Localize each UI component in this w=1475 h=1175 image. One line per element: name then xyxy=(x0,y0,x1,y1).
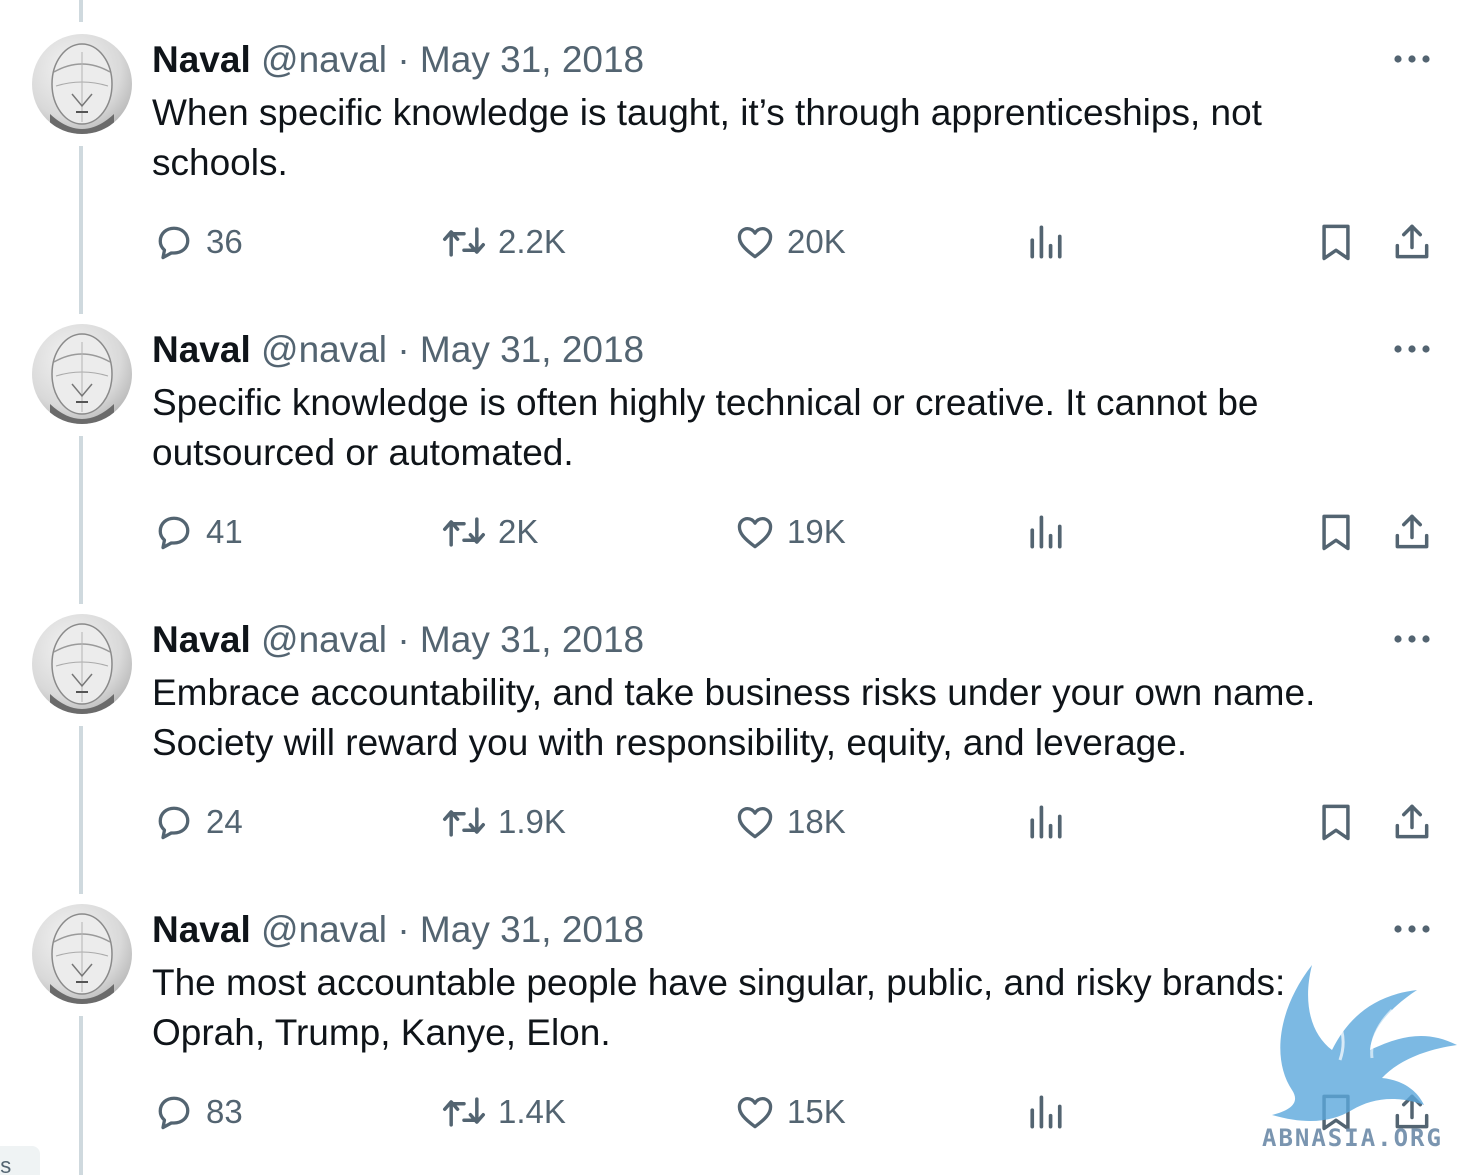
author-name[interactable]: Naval xyxy=(152,39,251,80)
bookmark-icon xyxy=(1314,220,1358,264)
more-dots-icon xyxy=(1393,634,1431,644)
bookmark-button[interactable] xyxy=(1314,220,1358,264)
reply-count: 83 xyxy=(206,1093,243,1130)
views-button[interactable] xyxy=(1024,220,1068,264)
author-handle[interactable]: @naval xyxy=(261,39,387,80)
avatar[interactable] xyxy=(32,34,132,134)
views-button[interactable] xyxy=(1024,800,1068,844)
tweet-header: Naval @naval · May 31, 2018 xyxy=(152,618,644,662)
tweet-text: The most accountable people have singula… xyxy=(152,962,1286,1053)
like-button[interactable]: 15K xyxy=(733,1090,846,1134)
more-button[interactable] xyxy=(1390,334,1434,364)
bookmark-icon xyxy=(1314,510,1358,554)
reply-bubble-icon xyxy=(152,510,196,554)
tweet-text: Embrace accountability, and take busines… xyxy=(152,672,1316,763)
heart-icon xyxy=(733,510,777,554)
bar-chart-icon xyxy=(1024,220,1068,264)
timestamp[interactable]: May 31, 2018 xyxy=(420,909,644,950)
more-dots-icon xyxy=(1393,344,1431,354)
repost-count: 2K xyxy=(498,513,539,550)
share-upload-icon xyxy=(1390,510,1434,554)
views-button[interactable] xyxy=(1024,1090,1068,1134)
bar-chart-icon xyxy=(1024,510,1068,554)
repost-count: 1.9K xyxy=(498,803,566,840)
repost-arrows-icon xyxy=(440,220,488,264)
author-name[interactable]: Naval xyxy=(152,909,251,950)
timestamp[interactable]: May 31, 2018 xyxy=(420,39,644,80)
like-button[interactable]: 20K xyxy=(733,220,846,264)
bookmark-icon xyxy=(1314,800,1358,844)
author-name[interactable]: Naval xyxy=(152,619,251,660)
separator-dot: · xyxy=(397,329,410,370)
more-button[interactable] xyxy=(1390,914,1434,944)
like-count: 15K xyxy=(787,1093,846,1130)
author-name[interactable]: Naval xyxy=(152,329,251,370)
more-dots-icon xyxy=(1393,924,1431,934)
bar-chart-icon xyxy=(1024,1090,1068,1134)
more-dots-icon xyxy=(1393,54,1431,64)
bar-chart-icon xyxy=(1024,800,1068,844)
timestamp[interactable]: May 31, 2018 xyxy=(420,329,644,370)
repost-count: 1.4K xyxy=(498,1093,566,1130)
repost-button[interactable]: 2K xyxy=(440,510,538,554)
more-button[interactable] xyxy=(1390,44,1434,74)
bookmark-button[interactable] xyxy=(1314,800,1358,844)
separator-dot: · xyxy=(397,39,410,80)
reply-count: 41 xyxy=(206,513,243,550)
watermark-text: ABNASIA.ORG xyxy=(1262,1124,1443,1152)
reply-count: 24 xyxy=(206,803,243,840)
repost-arrows-icon xyxy=(440,1090,488,1134)
tweet[interactable]: Naval @naval · May 31, 2018 Embrace acco… xyxy=(0,580,1475,870)
heart-icon xyxy=(733,220,777,264)
share-button[interactable] xyxy=(1390,220,1434,264)
separator-dot: · xyxy=(397,909,410,950)
share-button[interactable] xyxy=(1390,800,1434,844)
reply-bubble-icon xyxy=(152,220,196,264)
tweet-header: Naval @naval · May 31, 2018 xyxy=(152,328,644,372)
reply-button[interactable]: 36 xyxy=(152,220,243,264)
separator-dot: · xyxy=(397,619,410,660)
tweet[interactable]: Naval @naval · May 31, 2018 Specific kno… xyxy=(0,290,1475,580)
views-button[interactable] xyxy=(1024,510,1068,554)
reply-button[interactable]: 83 xyxy=(152,1090,243,1134)
reply-bubble-icon xyxy=(152,1090,196,1134)
more-button[interactable] xyxy=(1390,624,1434,654)
author-handle[interactable]: @naval xyxy=(261,329,387,370)
bookmark-button[interactable] xyxy=(1314,510,1358,554)
tweet-header: Naval @naval · May 31, 2018 xyxy=(152,908,644,952)
repost-arrows-icon xyxy=(440,510,488,554)
repost-button[interactable]: 1.9K xyxy=(440,800,566,844)
repost-count: 2.2K xyxy=(498,223,566,260)
reply-button[interactable]: 24 xyxy=(152,800,243,844)
avatar[interactable] xyxy=(32,614,132,714)
like-count: 18K xyxy=(787,803,846,840)
heart-icon xyxy=(733,800,777,844)
reply-bubble-icon xyxy=(152,800,196,844)
repost-button[interactable]: 1.4K xyxy=(440,1090,566,1134)
side-tab-label: ds xyxy=(0,1153,12,1175)
avatar[interactable] xyxy=(32,904,132,1004)
like-button[interactable]: 19K xyxy=(733,510,846,554)
share-button[interactable] xyxy=(1390,510,1434,554)
avatar[interactable] xyxy=(32,324,132,424)
timestamp[interactable]: May 31, 2018 xyxy=(420,619,644,660)
tweet-text: Specific knowledge is often highly techn… xyxy=(152,382,1259,473)
reply-count: 36 xyxy=(206,223,243,260)
side-tab[interactable]: ds xyxy=(0,1146,40,1175)
heart-icon xyxy=(733,1090,777,1134)
like-count: 20K xyxy=(787,223,846,260)
repost-arrows-icon xyxy=(440,800,488,844)
reply-button[interactable]: 41 xyxy=(152,510,243,554)
like-button[interactable]: 18K xyxy=(733,800,846,844)
like-count: 19K xyxy=(787,513,846,550)
tweet-text: When specific knowledge is taught, it’s … xyxy=(152,92,1262,183)
share-upload-icon xyxy=(1390,220,1434,264)
tweet-header: Naval @naval · May 31, 2018 xyxy=(152,38,644,82)
share-upload-icon xyxy=(1390,800,1434,844)
repost-button[interactable]: 2.2K xyxy=(440,220,566,264)
tweet[interactable]: Naval @naval · May 31, 2018 When specifi… xyxy=(0,0,1475,290)
author-handle[interactable]: @naval xyxy=(261,619,387,660)
author-handle[interactable]: @naval xyxy=(261,909,387,950)
